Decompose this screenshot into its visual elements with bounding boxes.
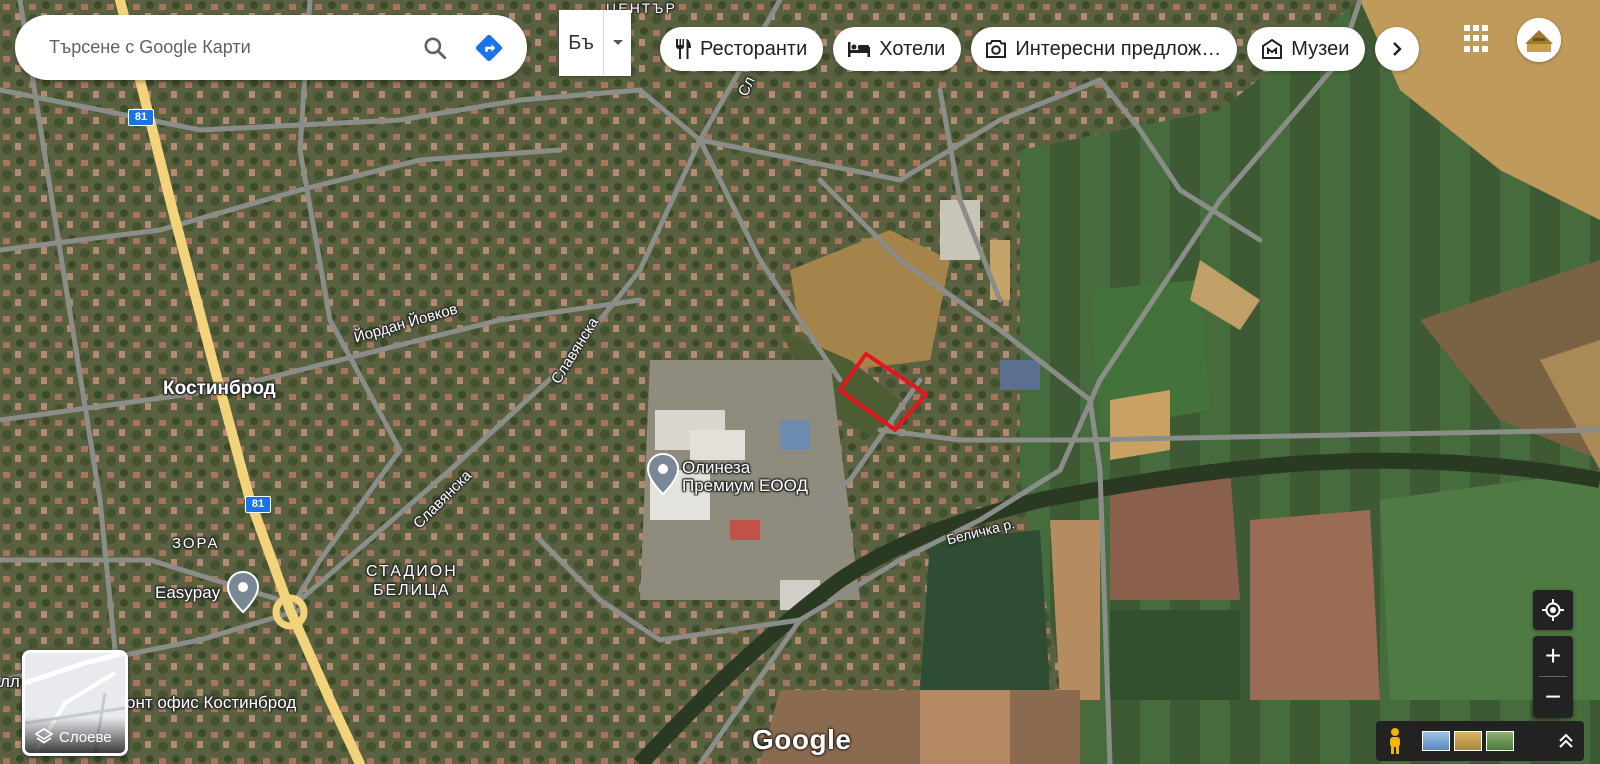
zoom-controls: + −	[1533, 636, 1573, 718]
poi-label-olineza[interactable]: Олинеза	[682, 458, 750, 478]
imagery-thumbnail[interactable]	[1454, 731, 1482, 751]
bed-icon	[848, 42, 871, 57]
my-location-button[interactable]	[1533, 590, 1573, 630]
layers-label-bar: Слоеве	[25, 717, 125, 753]
chevron-down-icon	[604, 10, 631, 76]
chip-restaurants[interactable]: Ресторанти	[660, 27, 824, 71]
imagery-thumbnail[interactable]	[1422, 731, 1450, 751]
chips-next-button[interactable]	[1375, 27, 1420, 71]
search-box	[15, 15, 527, 80]
bottom-toolbar	[1376, 721, 1584, 761]
chip-label: Ресторанти	[700, 37, 808, 60]
road-81-shield: 81	[245, 496, 271, 513]
zoom-in-button[interactable]: +	[1533, 636, 1573, 676]
layers-button[interactable]: Слоеве	[22, 650, 128, 756]
google-attribution: Google	[752, 724, 852, 755]
language-picker[interactable]: Бъ	[559, 10, 631, 76]
pegman-icon[interactable]	[1386, 727, 1404, 755]
chip-attractions[interactable]: Интересни предлож…	[971, 27, 1238, 71]
language-label: Бъ	[559, 10, 604, 76]
town-label: Костинброд	[163, 378, 276, 399]
layers-label: Слоеве	[59, 729, 112, 746]
museum-icon	[1262, 39, 1283, 59]
chip-label: Хотели	[879, 37, 946, 60]
apps-grid-icon[interactable]	[1462, 23, 1494, 55]
poi-label-olineza[interactable]: Премиум ЕООД	[682, 476, 808, 496]
poi-label-easypay[interactable]: Easypay	[155, 583, 220, 603]
directions-icon[interactable]	[469, 28, 509, 68]
camera-icon	[986, 40, 1007, 58]
poi-label-office[interactable]: онт офис Костинброд	[126, 693, 296, 713]
chip-hotels[interactable]: Хотели	[833, 27, 962, 71]
search-icon[interactable]	[415, 28, 455, 68]
zoom-out-button[interactable]: −	[1533, 677, 1573, 717]
stadium-label: БЕЛИЦА	[373, 582, 451, 599]
layers-icon	[35, 728, 53, 744]
stadium-label: СТАДИОН	[366, 563, 458, 580]
fork-knife-icon	[676, 39, 691, 59]
location-target-icon	[1542, 599, 1564, 621]
chip-label: Музеи	[1291, 37, 1350, 60]
imagery-thumbnail[interactable]	[1486, 731, 1514, 751]
avatar[interactable]	[1517, 18, 1561, 62]
category-chips: Ресторанти Хотели Интересни предлож… Муз…	[660, 27, 1420, 71]
chip-label: Интересни предлож…	[1015, 37, 1222, 60]
district-label: ЗОРА	[172, 535, 220, 552]
chevron-right-icon	[1393, 42, 1403, 56]
road-81-shield: 81	[128, 109, 154, 126]
chevron-up-icon[interactable]	[1558, 732, 1574, 750]
edge-label: лл	[0, 672, 20, 691]
search-input[interactable]	[47, 36, 401, 59]
chip-museums[interactable]: Музеи	[1247, 27, 1366, 71]
